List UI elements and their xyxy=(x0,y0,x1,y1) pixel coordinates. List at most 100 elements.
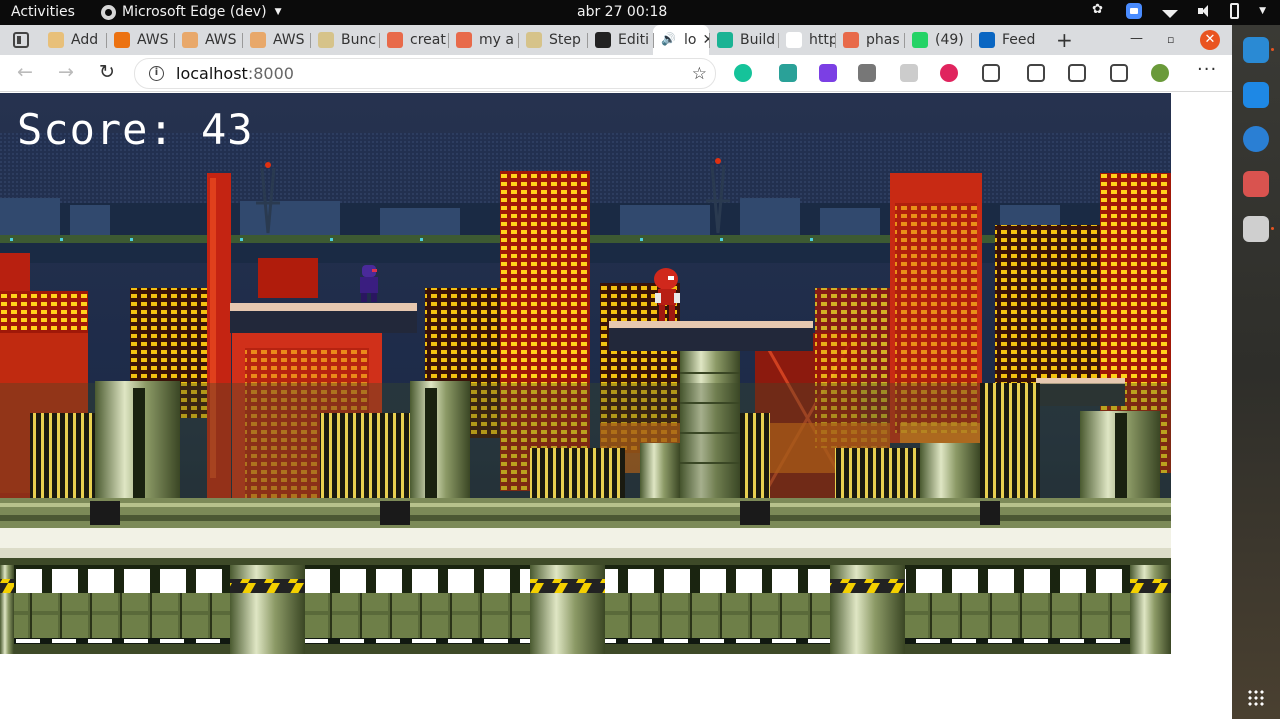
files-icon[interactable] xyxy=(1243,216,1269,242)
favorites-icon[interactable] xyxy=(1027,64,1045,82)
aws-icon xyxy=(182,32,198,48)
doc-icon xyxy=(318,32,334,48)
tab-6[interactable]: my a xyxy=(448,25,518,55)
linkedin-icon xyxy=(979,32,995,48)
app-menu[interactable]: Microsoft Edge (dev) ▼ xyxy=(101,4,281,20)
tab-title: AWS xyxy=(137,32,169,48)
tab-title: lo xyxy=(684,32,697,48)
github-icon xyxy=(595,32,611,48)
site-info-icon[interactable]: i xyxy=(149,66,164,81)
score-label: Score: 43 xyxy=(17,105,254,154)
chevron-down-icon[interactable]: ▼ xyxy=(1259,6,1266,16)
tab-title: creat xyxy=(410,32,446,48)
reload-button[interactable]: ↻ xyxy=(99,61,115,83)
layers-icon[interactable] xyxy=(858,64,876,82)
show-apps-icon[interactable] xyxy=(1247,689,1265,707)
activities-button[interactable]: Activities xyxy=(11,4,75,20)
gitbook-icon xyxy=(387,32,403,48)
url-host: localhost xyxy=(176,64,248,83)
close-window-button[interactable]: ✕ xyxy=(1200,30,1220,50)
tab-title: AWS xyxy=(273,32,305,48)
tab-title: Add xyxy=(71,32,99,48)
tab-11[interactable]: https xyxy=(778,25,835,55)
network-sync-icon[interactable] xyxy=(1092,2,1106,19)
wifi-icon[interactable] xyxy=(1162,9,1179,18)
new-tab-button[interactable]: + xyxy=(1056,28,1073,52)
tab-0[interactable]: Add xyxy=(40,25,106,55)
restore-button[interactable]: ▫ xyxy=(1167,33,1174,46)
tab-title: (49) xyxy=(935,32,964,48)
tab-4[interactable]: Bunc xyxy=(310,25,379,55)
grammarly-icon[interactable] xyxy=(734,64,752,82)
tab-title: Bunc xyxy=(341,32,377,48)
help-icon[interactable] xyxy=(1243,126,1269,152)
gitbook-icon xyxy=(843,32,859,48)
share-icon[interactable] xyxy=(1110,64,1128,82)
speaker-icon[interactable] xyxy=(1198,3,1210,19)
url-port: :8000 xyxy=(247,64,294,83)
whatsapp-icon xyxy=(912,32,928,48)
tab-actions-icon[interactable] xyxy=(13,32,29,48)
diamond-icon xyxy=(717,32,733,48)
block-icon[interactable] xyxy=(940,64,958,82)
tab-title: https xyxy=(809,32,835,48)
tab-13[interactable]: (49) xyxy=(904,25,971,55)
zoom-icon[interactable] xyxy=(1126,3,1143,19)
tab-12[interactable]: phas xyxy=(835,25,904,55)
aws-icon xyxy=(114,32,130,48)
tab-9[interactable]: 🔊 lo ✕ xyxy=(653,25,709,55)
game-canvas[interactable]: Score: 43 xyxy=(0,93,1171,654)
tab-title: Editi xyxy=(618,32,650,48)
system-tray[interactable]: ▼ xyxy=(1092,2,1266,19)
tab-title: Build xyxy=(740,32,776,48)
page-icon xyxy=(786,32,802,48)
tab-10[interactable]: Build xyxy=(709,25,778,55)
app-menu-label: Microsoft Edge (dev) xyxy=(122,4,267,20)
game-scene xyxy=(0,93,1171,654)
running-indicator xyxy=(1271,227,1274,230)
tab-strip: Add AWS AWS AWS Bunc creat my a Step Editi 🔊 lo ✕ Bu… xyxy=(0,25,1232,55)
profile-avatar[interactable] xyxy=(1151,64,1169,82)
browser-toolbar: ← → ↻ i localhost:8000 ☆ ··· xyxy=(0,55,1232,92)
clock[interactable]: abr 27 00:18 xyxy=(577,4,667,20)
dock xyxy=(1232,25,1280,719)
tab-1[interactable]: AWS xyxy=(106,25,174,55)
speaker-icon: 🔊 xyxy=(661,32,676,46)
tab-14[interactable]: Feed xyxy=(971,25,1044,55)
minimize-button[interactable]: — xyxy=(1130,31,1143,46)
settings-more-button[interactable]: ··· xyxy=(1197,59,1217,80)
puzzle-badge-icon[interactable] xyxy=(819,64,837,82)
address-bar[interactable]: i localhost:8000 ☆ xyxy=(134,58,716,89)
tab-5[interactable]: creat xyxy=(379,25,448,55)
vscode-icon[interactable] xyxy=(1243,82,1269,108)
add-favorite-icon[interactable]: ☆ xyxy=(692,64,707,84)
aws-icon xyxy=(250,32,266,48)
screen-icon[interactable] xyxy=(900,64,918,82)
tab-title: AWS xyxy=(205,32,237,48)
system-top-bar: Activities Microsoft Edge (dev) ▼ abr 27… xyxy=(0,0,1280,25)
back-button[interactable]: ← xyxy=(17,61,33,83)
tab-title: phas xyxy=(866,32,900,48)
running-indicator xyxy=(1271,48,1274,51)
edge-app-icon xyxy=(101,4,116,20)
chevron-down-icon: ▼ xyxy=(274,7,282,17)
tab-2[interactable]: AWS xyxy=(174,25,242,55)
system-monitor-icon[interactable] xyxy=(1243,171,1269,197)
gitbook-icon xyxy=(456,32,472,48)
tab-list: Add AWS AWS AWS Bunc creat my a Step Editi 🔊 lo ✕ Bu… xyxy=(40,25,1044,55)
tab-3[interactable]: AWS xyxy=(242,25,310,55)
tool-icon[interactable] xyxy=(779,64,797,82)
doc-icon xyxy=(526,32,542,48)
battery-icon[interactable] xyxy=(1230,3,1240,19)
tab-7[interactable]: Step xyxy=(518,25,587,55)
tab-title: Feed xyxy=(1002,32,1036,48)
collections-icon[interactable] xyxy=(1068,64,1086,82)
doc-icon xyxy=(48,32,64,48)
tab-title: my a xyxy=(479,32,514,48)
tab-8[interactable]: Editi xyxy=(587,25,653,55)
edge-dev-icon[interactable] xyxy=(1243,37,1269,63)
url-text[interactable]: localhost:8000 xyxy=(176,64,294,83)
forward-button[interactable]: → xyxy=(58,61,74,83)
tab-title: Step xyxy=(549,32,581,48)
extensions-icon[interactable] xyxy=(982,64,1000,82)
